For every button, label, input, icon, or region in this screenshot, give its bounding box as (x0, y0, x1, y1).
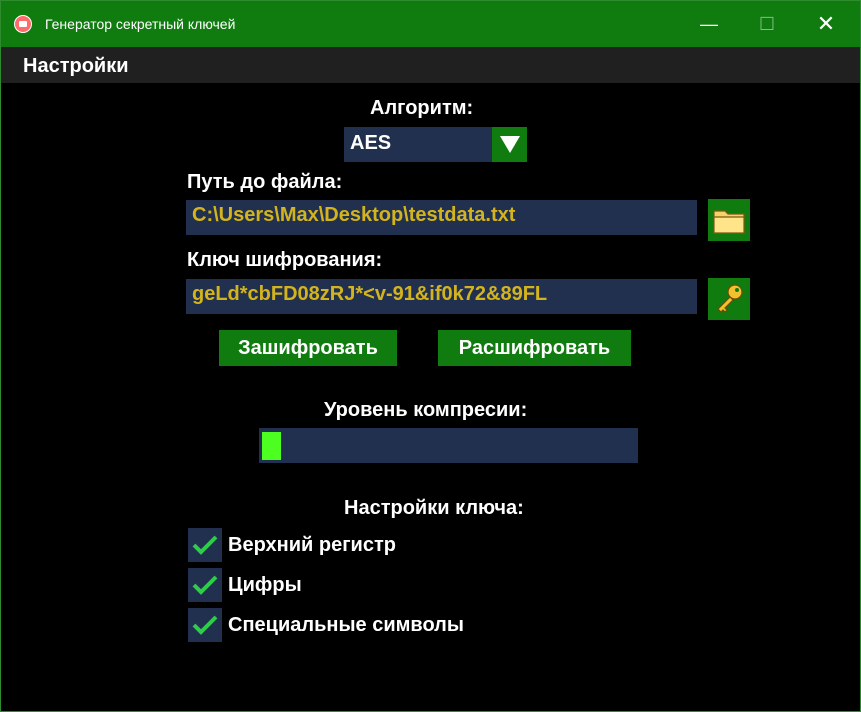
browse-file-button[interactable] (708, 199, 750, 241)
file-path-label: Путь до файла: (187, 171, 343, 193)
algorithm-label: Алгоритм: (370, 97, 474, 119)
compression-progress-fill (262, 432, 281, 460)
title-bar[interactable]: Генератор секретный ключей — ☐ ✕ (1, 1, 860, 47)
special-symbols-checkbox[interactable] (188, 608, 222, 642)
close-button[interactable]: ✕ (796, 1, 856, 47)
file-path-value: C:\Users\Max\Desktop\testdata.txt (192, 204, 516, 226)
compression-label: Уровень компресии: (324, 399, 528, 421)
checkmark-icon (192, 575, 218, 595)
encryption-key-label: Ключ шифрования: (187, 249, 383, 271)
key-icon (717, 284, 743, 313)
generate-key-button[interactable] (708, 278, 750, 320)
window-title: Генератор секретный ключей (45, 16, 236, 32)
minimize-button[interactable]: — (679, 1, 739, 47)
folder-icon (713, 210, 745, 234)
digits-label: Цифры (228, 574, 302, 596)
file-path-input[interactable]: C:\Users\Max\Desktop\testdata.txt (186, 200, 697, 235)
special-symbols-label: Специальные символы (228, 614, 464, 636)
app-icon (14, 15, 32, 33)
menu-bar: Настройки (1, 47, 860, 83)
menu-settings[interactable]: Настройки (23, 55, 129, 78)
uppercase-checkbox[interactable] (188, 528, 222, 562)
encrypt-button[interactable]: Зашифровать (219, 330, 397, 366)
checkmark-icon (192, 535, 218, 555)
uppercase-label: Верхний регистр (228, 534, 396, 556)
encryption-key-input[interactable]: geLd*cbFD08zRJ*<v-91&if0k72&89FL (186, 279, 697, 314)
maximize-button[interactable]: ☐ (737, 1, 797, 47)
compression-progress[interactable] (259, 428, 638, 463)
checkmark-icon (192, 615, 218, 635)
digits-checkbox[interactable] (188, 568, 222, 602)
encryption-key-value: geLd*cbFD08zRJ*<v-91&if0k72&89FL (192, 283, 548, 305)
algorithm-value: AES (350, 132, 392, 154)
key-settings-label: Настройки ключа: (344, 497, 524, 519)
algorithm-select[interactable]: AES (344, 127, 492, 162)
chevron-down-icon[interactable] (492, 127, 527, 162)
app-window: Генератор секретный ключей — ☐ ✕ Настрой… (0, 0, 861, 712)
decrypt-button[interactable]: Расшифровать (438, 330, 631, 366)
